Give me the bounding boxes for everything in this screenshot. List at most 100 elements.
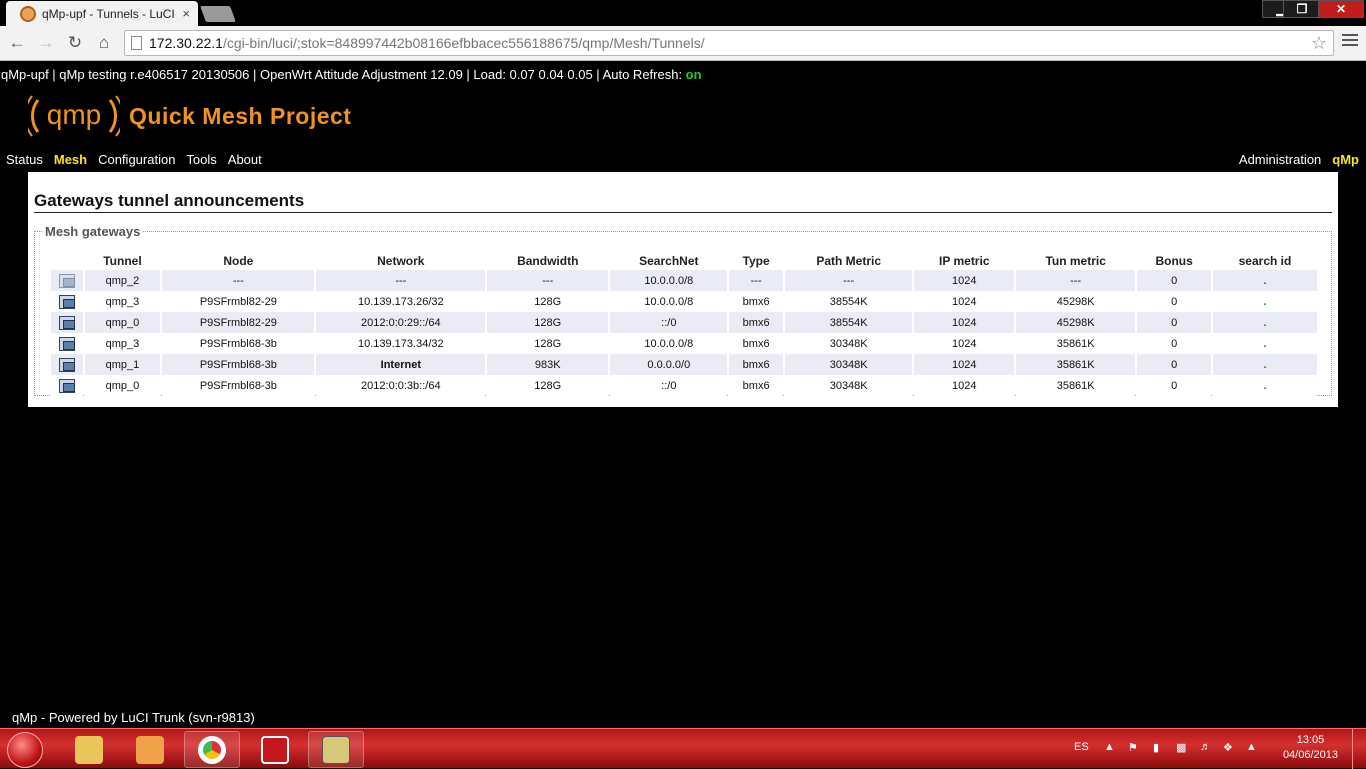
browser-tab[interactable]: qMp-upf - Tunnels - LuCI × — [6, 1, 198, 26]
tunnel-icon[interactable] — [58, 273, 75, 288]
start-button[interactable] — [7, 732, 43, 768]
folder-icon — [75, 735, 103, 764]
url-path: /cgi-bin/luci/;stok=848997442b08166efbba… — [222, 35, 705, 51]
acrobat-icon — [261, 735, 289, 764]
show-desktop-button[interactable] — [1352, 729, 1366, 769]
table-cell: 30348K — [784, 333, 913, 354]
page-icon — [131, 36, 142, 50]
table-row[interactable]: qmp_1 P9SFrmbl68-3b Internet 983K 0.0.0.0/0 b… — [51, 354, 1317, 375]
table-cell: . — [1212, 354, 1317, 375]
network-icon[interactable]: ▩ — [1176, 741, 1186, 754]
table-row[interactable]: qmp_0 P9SFrmbl68-3b 2012:0:0:3b::/64 128G::… — [51, 375, 1317, 396]
table-cell: ::/0 — [610, 312, 728, 333]
table-cell: P9SFrmbl82-29 — [162, 312, 315, 333]
table-cell: . — [1212, 375, 1317, 396]
column-header: Type — [742, 254, 770, 268]
table-row[interactable]: qmp_3 P9SFrmbl82-29 10.139.173.26/32 128G 10… — [51, 291, 1317, 312]
tunnel-icon[interactable] — [58, 378, 75, 393]
table-cell: 30348K — [784, 354, 913, 375]
table-cell: 128G — [487, 333, 609, 354]
forward-arrow-icon[interactable]: → — [35, 33, 57, 53]
media-player-icon — [136, 735, 164, 764]
table-cell: --- — [162, 270, 315, 291]
table-cell: --- — [784, 270, 913, 291]
table-cell: 128G — [487, 375, 609, 396]
chrome-icon — [198, 735, 226, 764]
clock[interactable]: 13:05 04/06/2013 — [1283, 733, 1338, 763]
language-indicator[interactable]: ES — [1074, 741, 1089, 753]
table-body: qmp_2 --- --- --- 10.0.0.0/8 --- --- 1024 --- 0. q… — [51, 270, 1317, 396]
dropbox-icon[interactable]: ❖ — [1223, 741, 1233, 754]
table-cell: . — [1212, 291, 1317, 312]
table-cell: 35861K — [1016, 375, 1136, 396]
tab-close-icon[interactable]: × — [182, 6, 190, 21]
right-nav: Administration qMp — [1239, 152, 1359, 167]
reload-icon[interactable]: ↻ — [64, 33, 86, 53]
column-header: Path Metric — [816, 254, 882, 268]
auto-refresh-toggle[interactable]: on — [686, 67, 702, 82]
tunnel-icon[interactable] — [58, 357, 75, 372]
mesh-gateways-section: Mesh gateways Tunnel Node Network Bandwidth… — [34, 224, 1332, 396]
volume-icon[interactable]: ♬ — [1200, 741, 1211, 753]
back-arrow-icon[interactable]: ← — [6, 33, 28, 53]
table-cell: 1024 — [914, 375, 1015, 396]
browser-menu-icon[interactable] — [1342, 34, 1358, 48]
new-tab-button[interactable] — [200, 6, 236, 22]
table-cell: 45298K — [1016, 312, 1136, 333]
table-cell: --- — [316, 270, 486, 291]
title-divider — [34, 212, 1332, 213]
nav-item-status[interactable]: Status — [6, 152, 43, 167]
nav-item-configuration[interactable]: Configuration — [98, 152, 175, 167]
table-cell: 0 — [1137, 270, 1211, 291]
tunnel-icon[interactable] — [58, 336, 75, 351]
qmp-favicon-icon — [20, 5, 36, 22]
table-cell: 1024 — [914, 333, 1015, 354]
table-cell: 128G — [487, 312, 609, 333]
column-header: search id — [1238, 254, 1292, 268]
gateways-table: Tunnel Node Network Bandwidth SearchNet Type P… — [49, 252, 1319, 396]
close-window-button[interactable]: ✕ — [1318, 0, 1364, 18]
taskbar-media-player[interactable] — [122, 731, 178, 768]
nav-item-administration[interactable]: Administration — [1239, 152, 1321, 167]
table-row[interactable]: qmp_2 --- --- --- 10.0.0.0/8 --- --- 1024 --- 0. — [51, 270, 1317, 291]
table-row[interactable]: qmp_0 P9SFrmbl82-29 2012:0:0:29::/64 128G::… — [51, 312, 1317, 333]
table-cell: 0 — [1137, 291, 1211, 312]
action-center-flag-icon[interactable]: ⚑ — [1128, 741, 1138, 754]
table-cell: 0.0.0.0/0 — [610, 354, 728, 375]
table-row[interactable]: qmp_3 P9SFrmbl68-3b 10.139.173.34/32 128G 10… — [51, 333, 1317, 354]
battery-icon[interactable]: ▮ — [1153, 741, 1159, 754]
nav-item-qmp[interactable]: qMp — [1332, 152, 1359, 167]
google-drive-icon[interactable]: ▲ — [1246, 741, 1257, 753]
nav-item-tools[interactable]: Tools — [186, 152, 216, 167]
bookmark-star-icon[interactable]: ☆ — [1311, 31, 1327, 55]
home-icon[interactable]: ⌂ — [93, 33, 115, 53]
taskbar-explorer[interactable] — [61, 731, 117, 768]
tunnel-icon[interactable] — [58, 315, 75, 330]
table-cell: qmp_1 — [84, 354, 161, 375]
browser-toolbar: ← → ↻ ⌂ 172.30.22.1/cgi-bin/luci/;stok=8… — [0, 26, 1366, 61]
table-header-row: Tunnel Node Network Bandwidth SearchNet Type P… — [51, 252, 1317, 270]
content-panel: Gateways tunnel announcements Mesh gatew… — [28, 172, 1338, 407]
clock-date: 04/06/2013 — [1282, 749, 1338, 761]
taskbar-chrome[interactable] — [184, 731, 240, 768]
taskbar-texmaker[interactable] — [308, 731, 364, 768]
main-nav: Status Mesh Configuration Tools About — [6, 152, 262, 167]
nav-item-about[interactable]: About — [228, 152, 262, 167]
table-cell: 10.139.173.26/32 — [316, 291, 486, 312]
tunnel-icon[interactable] — [58, 294, 75, 309]
table-cell: 45298K — [1016, 291, 1136, 312]
address-bar[interactable]: 172.30.22.1/cgi-bin/luci/;stok=848997442… — [124, 30, 1334, 56]
page: qMp-upf | qMp testing r.e406517 20130506… — [0, 62, 1366, 728]
taskbar-acrobat[interactable] — [247, 731, 303, 768]
table-cell: bmx6 — [729, 333, 783, 354]
maximize-button[interactable]: ❐ — [1283, 0, 1321, 18]
show-hidden-icons-icon[interactable]: ▲ — [1104, 741, 1115, 753]
table-cell: qmp_0 — [84, 375, 161, 396]
table-cell: bmx6 — [729, 354, 783, 375]
table-cell: --- — [1016, 270, 1136, 291]
table-cell: 0 — [1137, 333, 1211, 354]
nav-item-mesh[interactable]: Mesh — [54, 152, 87, 167]
url-host: 172.30.22.1 — [149, 35, 223, 51]
table-cell: . — [1212, 333, 1317, 354]
status-text: qMp-upf | qMp testing r.e406517 20130506… — [1, 67, 686, 82]
